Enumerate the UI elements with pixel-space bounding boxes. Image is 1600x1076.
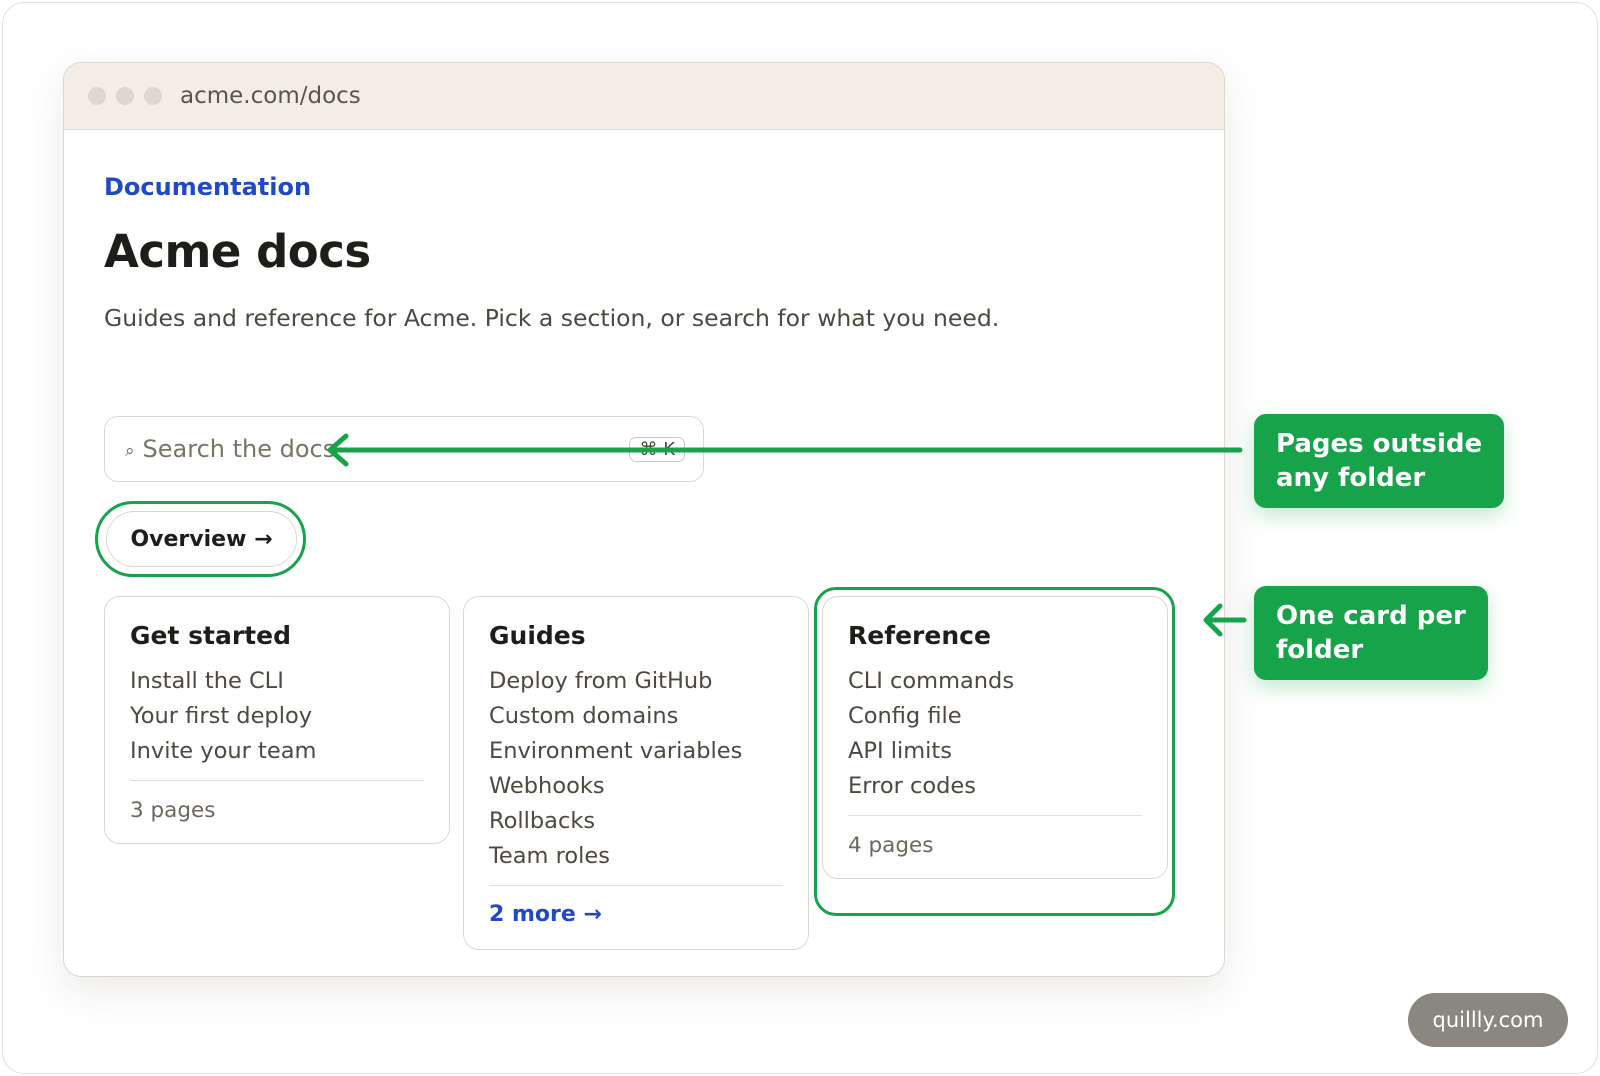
watermark-badge: quillly.com	[1408, 993, 1568, 1047]
docs-page: Documentation Acme docs Guides and refer…	[95, 173, 1184, 976]
more-link[interactable]: 2 more →	[489, 886, 783, 949]
callout-one-card-per-folder: One card per folder	[1254, 586, 1488, 680]
callout-pages-outside-folder: Pages outside any folder	[1254, 414, 1505, 508]
card-link[interactable]: Team roles	[489, 836, 783, 877]
page-subtitle: Guides and reference for Acme. Pick a se…	[104, 304, 1000, 332]
callout-line: Pages outside	[1276, 429, 1483, 459]
search-placeholder: Search the docs	[142, 435, 336, 463]
callout-line: folder	[1276, 635, 1364, 665]
card-title: Get started	[130, 621, 291, 650]
eyebrow-label: Documentation	[104, 173, 312, 201]
address-bar-url[interactable]: acme.com/docs	[180, 83, 361, 109]
card-page-count: 3 pages	[130, 798, 216, 823]
card-link[interactable]: Invite your team	[130, 731, 424, 772]
browser-window: acme.com/docs Documentation Acme docs Gu…	[63, 62, 1225, 977]
overview-button[interactable]: Overview →	[106, 511, 297, 567]
browser-titlebar: acme.com/docs	[64, 63, 1224, 130]
folder-card-get-started[interactable]: Get started Install the CLI Your first d…	[104, 596, 450, 844]
search-icon: ⌕	[125, 441, 135, 461]
window-dot-maximize[interactable]	[144, 87, 162, 105]
folder-card-guides[interactable]: Guides Deploy from GitHub Custom domains…	[463, 596, 809, 950]
window-dot-close[interactable]	[88, 87, 106, 105]
card-title: Guides	[489, 621, 586, 650]
search-input[interactable]: ⌕ Search the docs ⌘ K	[104, 416, 704, 482]
reference-card-highlight-ring	[814, 587, 1175, 916]
callout-line: any folder	[1276, 463, 1426, 493]
keyboard-shortcut-badge: ⌘ K	[629, 436, 685, 462]
page-title: Acme docs	[104, 225, 371, 278]
callout-line: One card per	[1276, 601, 1466, 631]
window-dot-minimize[interactable]	[116, 87, 134, 105]
